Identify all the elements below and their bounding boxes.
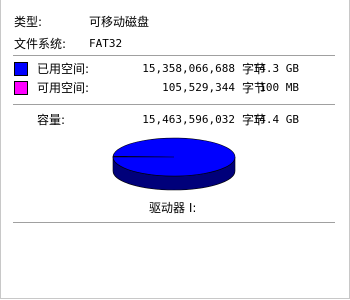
used-space-swatch (14, 62, 28, 76)
divider-middle (13, 104, 335, 105)
used-space-label: 已用空间: (37, 62, 90, 76)
free-space-size: 100 MB (259, 81, 299, 94)
type-label: 类型: (14, 15, 43, 29)
pie-slice-used-space (112, 137, 236, 177)
used-space-bytes: 15,358,066,688 (142, 62, 235, 75)
free-space-bytes: 105,529,344 (162, 81, 235, 94)
divider-bottom (13, 222, 335, 223)
free-space-swatch (14, 81, 28, 95)
divider-top (13, 55, 335, 56)
drive-label: 驱动器 I: (149, 201, 197, 215)
capacity-label: 容量: (37, 113, 66, 127)
used-space-size: 14.3 GB (252, 62, 299, 75)
disk-usage-pie-chart (112, 137, 236, 191)
capacity-size: 14.4 GB (252, 113, 299, 126)
filesystem-label: 文件系统: (14, 37, 67, 51)
type-value: 可移动磁盘 (89, 15, 150, 29)
capacity-bytes: 15,463,596,032 (142, 113, 235, 126)
filesystem-value: FAT32 (89, 37, 123, 50)
properties-panel: 类型: 可移动磁盘 文件系统: FAT32 已用空间: 15,358,066,6… (0, 0, 350, 299)
free-space-label: 可用空间: (37, 81, 90, 95)
